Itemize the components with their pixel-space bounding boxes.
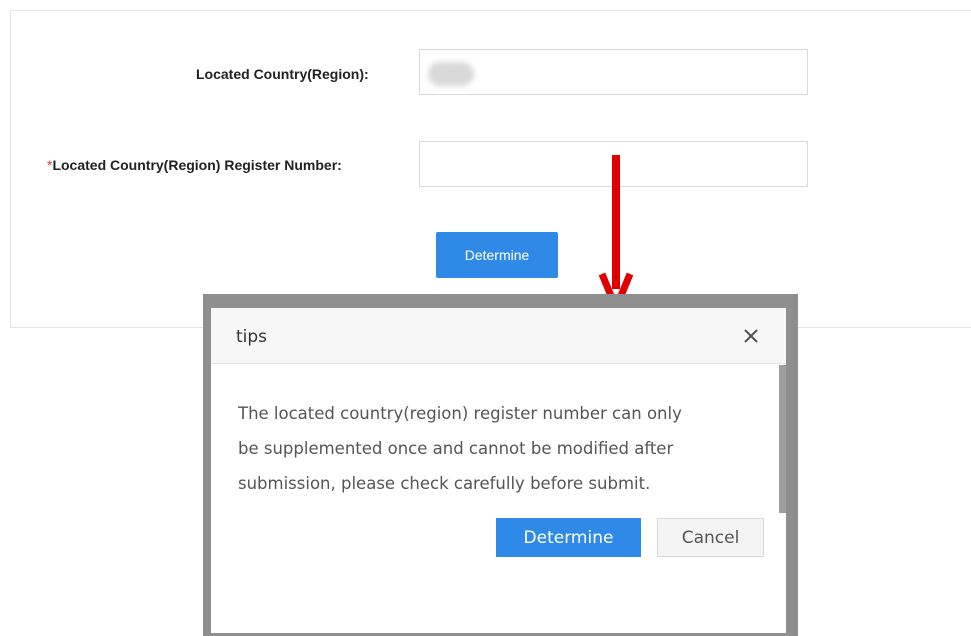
dialog-message: The located country(region) register num…	[238, 396, 758, 501]
country-value-redacted	[428, 62, 474, 86]
determine-button[interactable]: Determine	[436, 232, 558, 278]
dialog-message-line: submission, please check carefully befor…	[238, 474, 651, 493]
dialog-determine-button[interactable]: Determine	[496, 518, 641, 557]
country-field-label: Located Country(Region):	[196, 66, 369, 82]
country-field[interactable]	[419, 49, 808, 95]
annotation-arrow-shaft	[612, 155, 620, 289]
register-number-field-label: *Located Country(Region) Register Number…	[47, 157, 342, 173]
dialog-scrollbar[interactable]	[779, 365, 786, 513]
tips-dialog: tips The located country(region) registe…	[211, 308, 786, 633]
dialog-title: tips	[236, 327, 268, 347]
dialog-cancel-button[interactable]: Cancel	[657, 518, 764, 557]
register-label-text: Located Country(Region) Register Number:	[52, 157, 342, 173]
country-label-text: Located Country(Region):	[196, 66, 369, 82]
close-icon[interactable]	[737, 322, 765, 350]
dialog-header: tips	[211, 308, 786, 364]
dialog-message-line: The located country(region) register num…	[238, 404, 682, 423]
dialog-message-line: be supplemented once and cannot be modif…	[238, 439, 674, 458]
